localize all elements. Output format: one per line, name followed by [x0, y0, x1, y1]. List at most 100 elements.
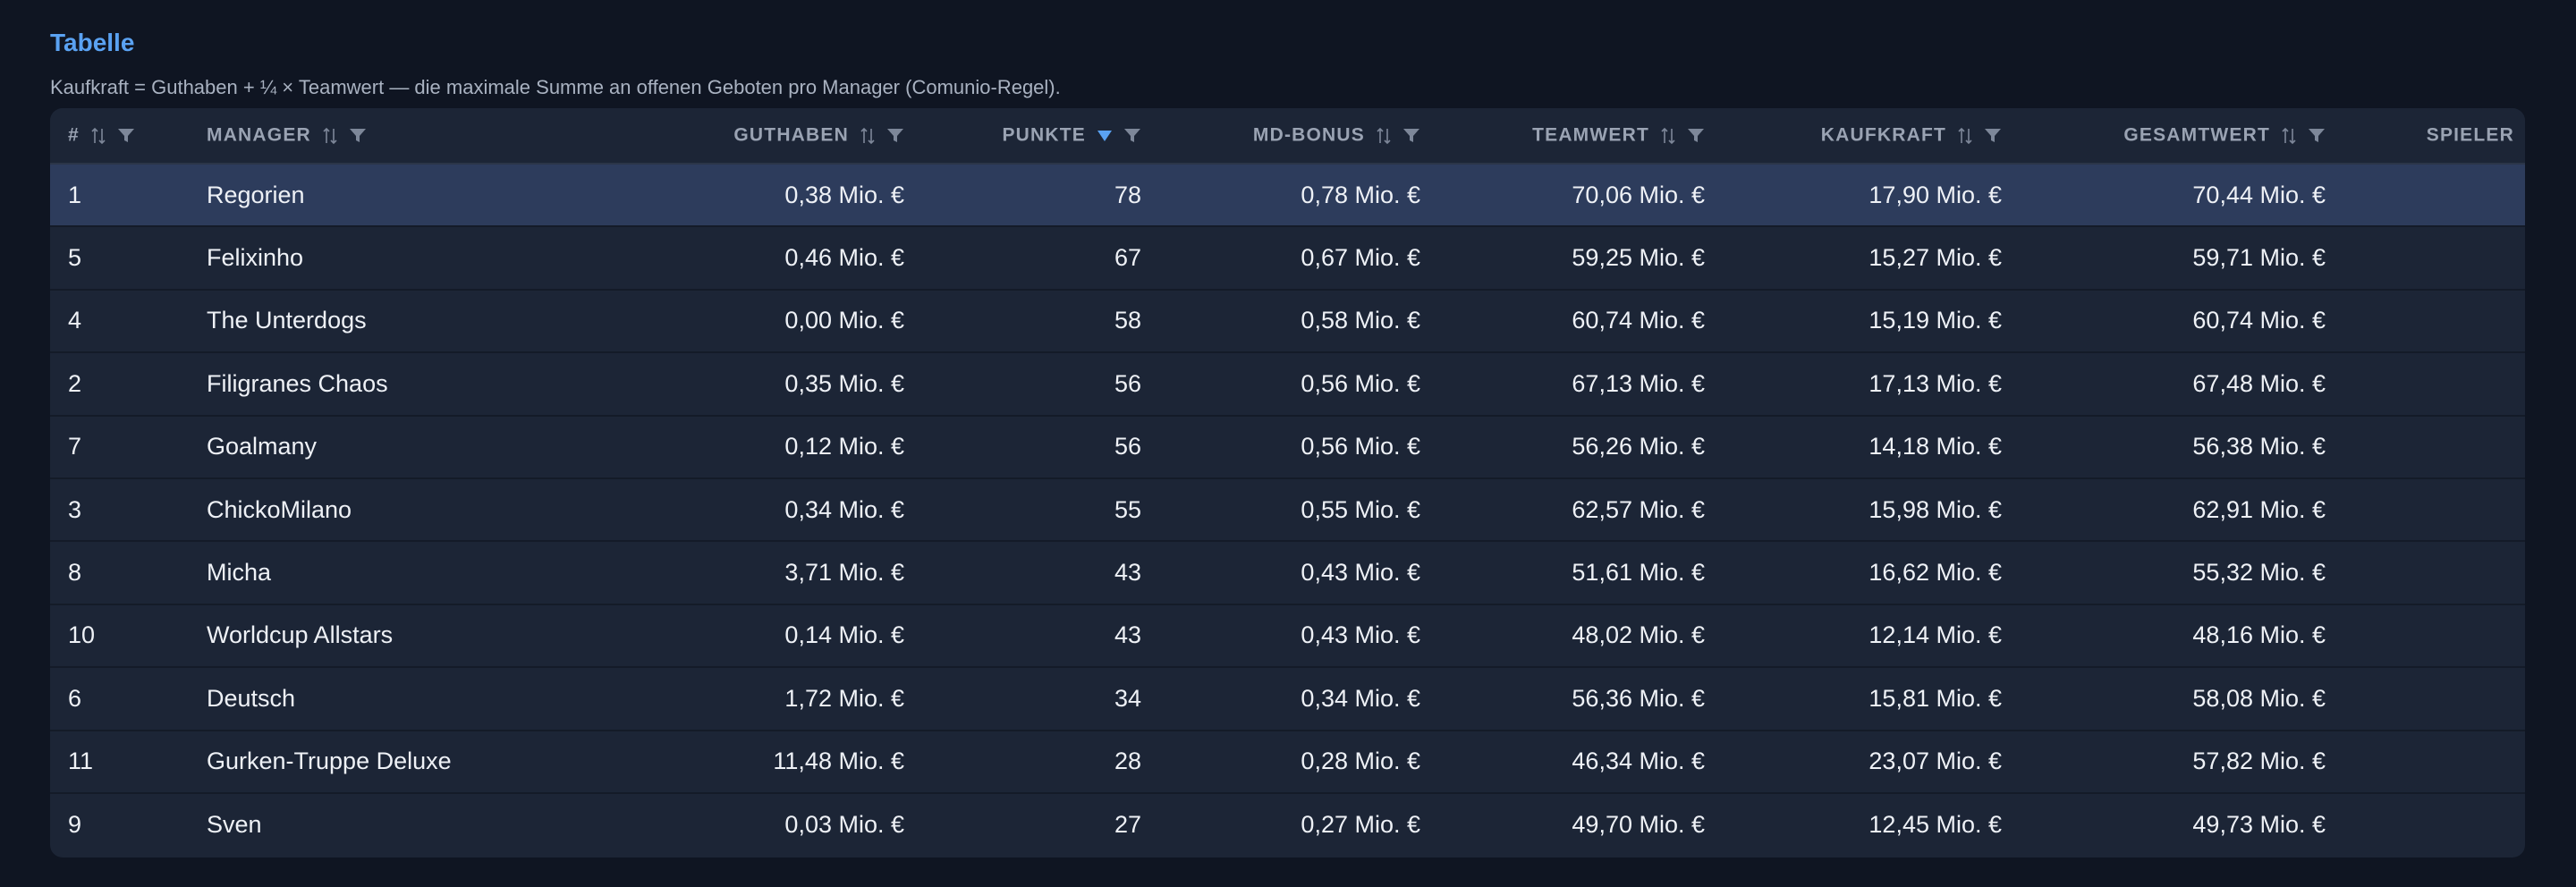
- cell-manager: Goalmany: [207, 433, 318, 460]
- table-row[interactable]: 2 Filigranes Chaos 0,35 Mio. € 56 0,56 Mio. …: [50, 352, 2525, 416]
- filter-icon[interactable]: [349, 128, 367, 144]
- cell-punkte: 27: [1114, 811, 1141, 839]
- cell-gesamtwert: 48,16 Mio. €: [2192, 621, 2326, 649]
- column-header-guthaben[interactable]: GUTHABEN: [591, 108, 922, 165]
- table-row[interactable]: 6 Deutsch 1,72 Mio. € 34 0,34 Mio. € 56,36 Mi…: [50, 667, 2525, 731]
- cell-kaufkraft: 15,81 Mio. €: [1868, 684, 2002, 712]
- cell-rank: 1: [68, 181, 82, 208]
- cell-spieler: 33: [2343, 731, 2525, 793]
- cell-punkte: 56: [1114, 433, 1141, 460]
- cell-kaufkraft: 12,45 Mio. €: [1868, 811, 2002, 839]
- cell-teamwert: 59,25 Mio. €: [1572, 244, 1705, 272]
- filter-icon[interactable]: [886, 128, 904, 144]
- cell-spieler: 14: [2343, 541, 2525, 604]
- cell-teamwert: 46,34 Mio. €: [1572, 748, 1705, 775]
- cell-punkte: 67: [1114, 244, 1141, 272]
- table-row[interactable]: 4 The Unterdogs 0,00 Mio. € 58 0,58 Mio. € 60…: [50, 290, 2525, 353]
- filter-icon[interactable]: [1123, 128, 1141, 144]
- filter-icon[interactable]: [1687, 128, 1705, 144]
- column-label: GESAMTWERT: [2123, 124, 2270, 146]
- cell-spieler: 11: [2343, 478, 2525, 541]
- cell-guthaben: 1,72 Mio. €: [784, 684, 904, 712]
- cell-guthaben: 0,46 Mio. €: [784, 244, 904, 272]
- cell-guthaben: 0,14 Mio. €: [784, 621, 904, 649]
- sort-icon[interactable]: [90, 127, 106, 145]
- cell-md-bonus: 0,78 Mio. €: [1301, 181, 1420, 208]
- cell-rank: 10: [68, 621, 96, 649]
- sort-icon[interactable]: [860, 127, 876, 145]
- cell-teamwert: 60,74 Mio. €: [1572, 307, 1705, 334]
- filter-icon[interactable]: [2308, 128, 2326, 144]
- column-header-md-bonus[interactable]: MD-BONUS: [1159, 108, 1438, 165]
- cell-guthaben: 0,03 Mio. €: [784, 811, 904, 839]
- cell-teamwert: 70,06 Mio. €: [1572, 181, 1705, 208]
- cell-spieler: 13: [2343, 226, 2525, 289]
- standings-table: # MANAGER GUTHABEN PUNKTE MD-BONUS TEAMWERT KA…: [50, 108, 2525, 856]
- filter-icon[interactable]: [117, 128, 135, 144]
- cell-kaufkraft: 17,13 Mio. €: [1868, 369, 2002, 397]
- cell-guthaben: 0,12 Mio. €: [784, 433, 904, 460]
- cell-guthaben: 3,71 Mio. €: [784, 559, 904, 587]
- cell-md-bonus: 0,34 Mio. €: [1301, 684, 1420, 712]
- cell-gesamtwert: 60,74 Mio. €: [2192, 307, 2326, 334]
- cell-md-bonus: 0,43 Mio. €: [1301, 559, 1420, 587]
- cell-manager: Filigranes Chaos: [207, 369, 388, 397]
- cell-rank: 6: [68, 684, 82, 712]
- cell-spieler: 18: [2343, 352, 2525, 415]
- table-row[interactable]: 10 Worldcup Allstars 0,14 Mio. € 43 0,43 Mio…: [50, 604, 2525, 668]
- cell-gesamtwert: 58,08 Mio. €: [2192, 684, 2326, 712]
- cell-guthaben: 0,34 Mio. €: [784, 495, 904, 523]
- column-header-gesamtwert[interactable]: GESAMTWERT: [2020, 108, 2343, 165]
- cell-rank: 2: [68, 369, 82, 397]
- cell-gesamtwert: 55,32 Mio. €: [2192, 559, 2326, 587]
- cell-md-bonus: 0,56 Mio. €: [1301, 433, 1420, 460]
- sort-desc-icon[interactable]: [1097, 129, 1113, 143]
- cell-md-bonus: 0,58 Mio. €: [1301, 307, 1420, 334]
- column-label: TEAMWERT: [1532, 124, 1649, 146]
- table-row[interactable]: 11 Gurken-Truppe Deluxe 11,48 Mio. € 28 0,28…: [50, 731, 2525, 793]
- cell-gesamtwert: 56,38 Mio. €: [2192, 433, 2326, 460]
- cell-teamwert: 56,26 Mio. €: [1572, 433, 1705, 460]
- sort-icon[interactable]: [322, 127, 338, 145]
- cell-gesamtwert: 67,48 Mio. €: [2192, 369, 2326, 397]
- table-row[interactable]: 5 Felixinho 0,46 Mio. € 67 0,67 Mio. € 59,25 …: [50, 226, 2525, 290]
- column-label: MD-BONUS: [1252, 124, 1365, 146]
- table-row[interactable]: 8 Micha 3,71 Mio. € 43 0,43 Mio. € 51,61 Mio.…: [50, 541, 2525, 604]
- filter-icon[interactable]: [1402, 128, 1420, 144]
- column-header-rank[interactable]: #: [50, 108, 189, 165]
- column-header-punkte[interactable]: PUNKTE: [922, 108, 1159, 165]
- table-body: 1 Regorien 0,38 Mio. €78 0,78 Mio. €70,06 M…: [50, 164, 2525, 856]
- table-row[interactable]: 1 Regorien 0,38 Mio. € 78 0,78 Mio. € 70,06 M…: [50, 164, 2525, 227]
- cell-spieler: 12: [2343, 667, 2525, 730]
- table-row[interactable]: 7 Goalmany 0,12 Mio. € 56 0,56 Mio. € 56,26 M…: [50, 416, 2525, 478]
- cell-punkte: 28: [1114, 748, 1141, 775]
- sort-icon[interactable]: [1957, 127, 1973, 145]
- column-header-kaufkraft[interactable]: KAUFKRAFT: [1723, 108, 2020, 165]
- column-header-spieler[interactable]: SPIELER: [2343, 108, 2525, 165]
- cell-manager: Sven: [207, 811, 262, 839]
- cell-manager: Worldcup Allstars: [207, 621, 394, 649]
- cell-gesamtwert: 49,73 Mio. €: [2192, 811, 2326, 839]
- cell-spieler: 24: [2343, 604, 2525, 667]
- table-row[interactable]: 9 Sven 0,03 Mio. € 27 0,27 Mio. € 49,70 Mio. …: [50, 793, 2525, 856]
- cell-teamwert: 56,36 Mio. €: [1572, 684, 1705, 712]
- cell-spieler: 18: [2343, 416, 2525, 478]
- sort-icon[interactable]: [2281, 127, 2297, 145]
- cell-kaufkraft: 14,18 Mio. €: [1868, 433, 2002, 460]
- cell-spieler: 14: [2343, 793, 2525, 856]
- table-row[interactable]: 3 ChickoMilano 0,34 Mio. € 55 0,55 Mio. € 62,…: [50, 478, 2525, 542]
- cell-teamwert: 51,61 Mio. €: [1572, 559, 1705, 587]
- cell-md-bonus: 0,28 Mio. €: [1301, 748, 1420, 775]
- column-header-teamwert[interactable]: TEAMWERT: [1438, 108, 1723, 165]
- column-header-manager[interactable]: MANAGER: [189, 108, 591, 165]
- cell-rank: 9: [68, 811, 82, 839]
- sort-icon[interactable]: [1376, 127, 1392, 145]
- cell-punkte: 34: [1114, 684, 1141, 712]
- filter-icon[interactable]: [1984, 128, 2002, 144]
- cell-md-bonus: 0,67 Mio. €: [1301, 244, 1420, 272]
- cell-teamwert: 67,13 Mio. €: [1572, 369, 1705, 397]
- cell-kaufkraft: 15,27 Mio. €: [1868, 244, 2002, 272]
- sort-icon[interactable]: [1660, 127, 1676, 145]
- cell-manager: The Unterdogs: [207, 307, 367, 334]
- cell-kaufkraft: 15,19 Mio. €: [1868, 307, 2002, 334]
